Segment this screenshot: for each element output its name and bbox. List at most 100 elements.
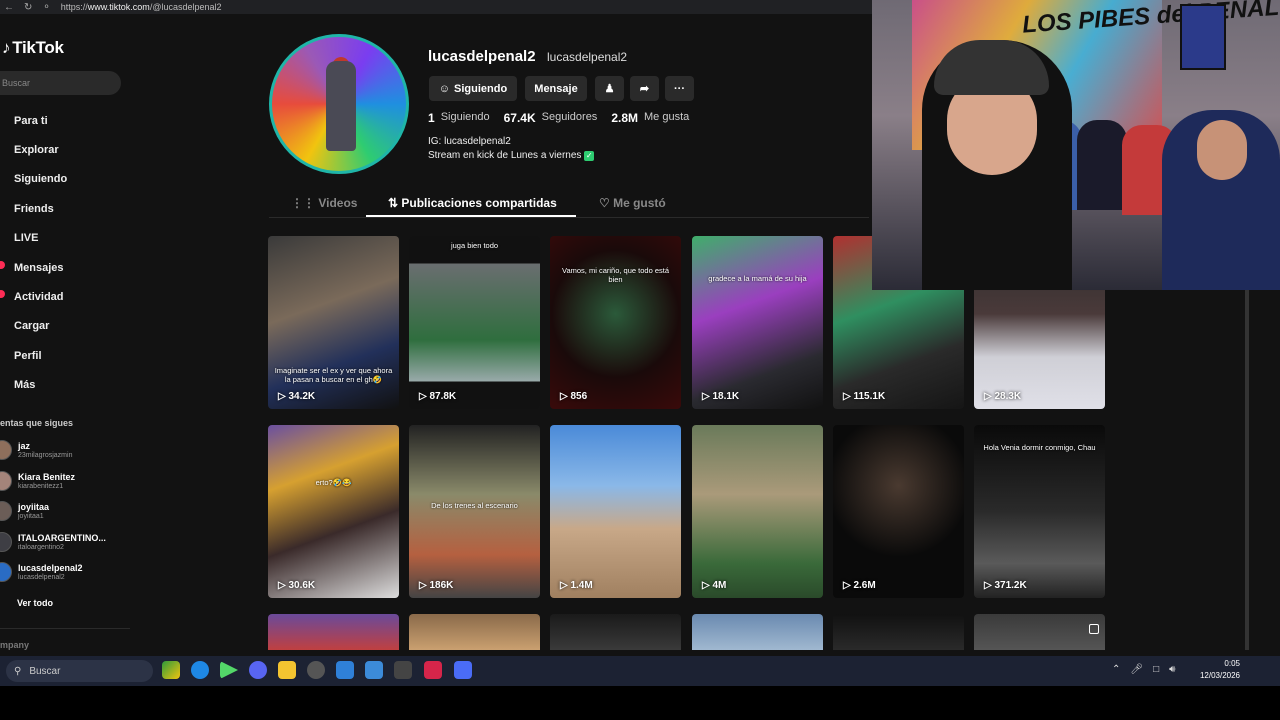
sidebar-item-mensajes[interactable]: Mensajes bbox=[0, 253, 130, 282]
reload-icon[interactable]: ↻ bbox=[24, 2, 32, 13]
mail-icon[interactable] bbox=[336, 661, 354, 679]
discord-icon[interactable] bbox=[249, 661, 267, 679]
view-count-value: 186K bbox=[429, 580, 454, 591]
following-label[interactable]: Siguiendo bbox=[441, 111, 490, 125]
sidebar-item-perfil[interactable]: Perfil bbox=[0, 341, 130, 370]
video-thumbnail[interactable]: ▷ 1.4M bbox=[550, 425, 681, 598]
search-icon: ⚲ bbox=[14, 665, 22, 677]
company-link[interactable]: mpany bbox=[0, 640, 29, 650]
browser-address-bar[interactable]: ← ↻ ⚬ https://www.tiktok.com/@lucasdelpe… bbox=[0, 0, 872, 14]
followed-account[interactable]: ITALOARGENTINO... italoargentino2 bbox=[0, 530, 130, 561]
video-thumbnail[interactable]: ▷ 2.6M bbox=[833, 425, 964, 598]
network-icon[interactable]: □ bbox=[1153, 664, 1159, 675]
video-thumbnail[interactable]: erto?🤣😂 ▷ 30.6K bbox=[268, 425, 399, 598]
tab-liked-label: Me gustó bbox=[613, 196, 666, 210]
back-icon[interactable]: ← bbox=[4, 2, 14, 13]
sidebar-item-siguiendo[interactable]: Siguiendo bbox=[0, 165, 130, 194]
view-count: ▷ 856 bbox=[560, 391, 587, 402]
microphone-icon[interactable]: 🎤︎ bbox=[1130, 664, 1143, 675]
video-thumbnail[interactable] bbox=[692, 614, 823, 650]
share-button[interactable]: ➦ bbox=[630, 76, 659, 101]
obs-studio-icon[interactable] bbox=[307, 661, 325, 679]
site-info-icon[interactable]: ⚬ bbox=[42, 2, 50, 13]
following-button[interactable]: ☺ Siguiendo bbox=[429, 76, 517, 101]
clock-date: 12/03/2026 bbox=[1199, 671, 1240, 680]
video-thumbnail[interactable]: juga bien todo ▷ 87.8K bbox=[409, 236, 540, 409]
sidebar-item-explorar[interactable]: Explorar bbox=[0, 135, 130, 164]
page-scrollbar[interactable] bbox=[1245, 290, 1249, 650]
account-handle: 23milagrosjazmin bbox=[18, 452, 73, 459]
play-icon: ▷ bbox=[843, 391, 854, 402]
view-count: ▷ 2.6M bbox=[843, 580, 876, 591]
message-button[interactable]: Mensaje bbox=[525, 76, 587, 101]
tab-videos[interactable]: ⋮⋮ Videos bbox=[291, 196, 357, 210]
message-button-label: Mensaje bbox=[534, 82, 578, 95]
active-tab-indicator bbox=[366, 215, 576, 217]
followers-count[interactable]: 67.4K bbox=[504, 111, 536, 125]
volume-icon[interactable]: 🔊︎ bbox=[1169, 664, 1175, 675]
notification-dot-icon bbox=[0, 260, 5, 269]
followed-account[interactable]: lucasdelpenal2 lucasdelpenal2 bbox=[0, 560, 130, 591]
video-thumbnail[interactable] bbox=[833, 614, 964, 650]
play-icon: ▷ bbox=[702, 580, 713, 591]
profile-avatar[interactable] bbox=[269, 34, 409, 174]
tab-liked[interactable]: ♡ Me gustó bbox=[599, 196, 666, 210]
view-count-value: 34.2K bbox=[288, 391, 316, 402]
sidebar-item-label: Explorar bbox=[14, 144, 59, 157]
sidebar-item-actividad[interactable]: Actividad bbox=[0, 282, 130, 311]
video-thumbnail[interactable] bbox=[550, 614, 681, 650]
video-caption: juga bien todo bbox=[450, 241, 499, 250]
terminal-icon[interactable] bbox=[394, 661, 412, 679]
video-thumbnail[interactable]: gradece a la mamá de su hija ▷ 18.1K bbox=[692, 236, 823, 409]
followed-account[interactable]: jaz 23milagrosjazmin bbox=[0, 438, 130, 469]
suggested-accounts-button[interactable]: ♟ bbox=[595, 76, 624, 101]
pdf-reader-icon[interactable] bbox=[424, 661, 442, 679]
avatar bbox=[0, 501, 12, 521]
widgets-icon[interactable] bbox=[162, 661, 180, 679]
video-thumbnail[interactable] bbox=[974, 614, 1105, 650]
sidebar-item-cargar[interactable]: Cargar bbox=[0, 312, 130, 341]
video-thumbnail[interactable]: Hola Venia dormir conmigo, Chau ▷ 371.2K bbox=[974, 425, 1105, 598]
sidebar-item-friends[interactable]: Friends bbox=[0, 194, 130, 223]
edge-browser-icon[interactable] bbox=[191, 661, 209, 679]
sidebar-divider bbox=[0, 628, 130, 629]
followed-account[interactable]: joyiitaa joyiitaa1 bbox=[0, 499, 130, 530]
chevron-up-icon[interactable]: ⌃ bbox=[1112, 664, 1120, 675]
sidebar-item-más[interactable]: Más bbox=[0, 371, 130, 400]
store-icon[interactable] bbox=[365, 661, 383, 679]
play-icon: ▷ bbox=[702, 391, 713, 402]
video-thumbnail[interactable] bbox=[268, 614, 399, 650]
share-icon: ➦ bbox=[639, 83, 650, 95]
taskbar-search[interactable]: ⚲ Buscar bbox=[6, 660, 153, 682]
sidebar-item-para-ti[interactable]: Para ti bbox=[0, 106, 130, 135]
see-all-link[interactable]: Ver todo bbox=[17, 598, 53, 608]
video-thumbnail[interactable]: De los trenes al escenario ▷ 186K bbox=[409, 425, 540, 598]
url-scheme: https:// bbox=[60, 2, 88, 12]
screen-bottom-bar bbox=[0, 686, 1280, 720]
followers-label[interactable]: Seguidores bbox=[542, 111, 598, 125]
repost-icon: ⇅ bbox=[388, 196, 402, 210]
video-thumbnail[interactable]: Imaginate ser el ex y ver que ahora la p… bbox=[268, 236, 399, 409]
account-handle: lucasdelpenal2 bbox=[18, 574, 65, 581]
file-explorer-icon[interactable] bbox=[278, 661, 296, 679]
more-options-button[interactable]: ··· bbox=[665, 76, 694, 101]
app-icon[interactable] bbox=[454, 661, 472, 679]
followed-account[interactable]: Kiara Benitez kiarabenitezz1 bbox=[0, 469, 130, 500]
video-thumbnail[interactable] bbox=[409, 614, 540, 650]
tiktok-logo[interactable]: ♪ TikTok bbox=[2, 38, 64, 58]
video-caption: De los trenes al escenario bbox=[431, 501, 518, 510]
tab-reposts[interactable]: ⇅ Publicaciones compartidas bbox=[388, 196, 557, 210]
video-thumbnail[interactable]: Vamos, mi cariño, que todo está bien ▷ 85… bbox=[550, 236, 681, 409]
view-count-value: 115.1K bbox=[853, 391, 886, 402]
taskbar-clock[interactable]: 0:05 12/03/2026 bbox=[1190, 658, 1240, 682]
heart-outline-icon: ♡ bbox=[599, 196, 614, 210]
address-url[interactable]: https://www.tiktok.com/@lucasdelpenal2 bbox=[61, 2, 222, 12]
video-thumbnail[interactable]: ▷ 4M bbox=[692, 425, 823, 598]
sidebar-item-label: Cargar bbox=[14, 320, 50, 333]
sidebar-item-live[interactable]: LIVE bbox=[0, 224, 130, 253]
kick-app-icon[interactable] bbox=[220, 661, 238, 679]
view-count-value: 28.3K bbox=[994, 391, 1022, 402]
following-count[interactable]: 1 bbox=[428, 111, 435, 125]
search-input[interactable]: Buscar bbox=[0, 71, 121, 95]
profile-bio: IG: lucasdelpenal2 Stream en kick de Lun… bbox=[428, 135, 595, 163]
